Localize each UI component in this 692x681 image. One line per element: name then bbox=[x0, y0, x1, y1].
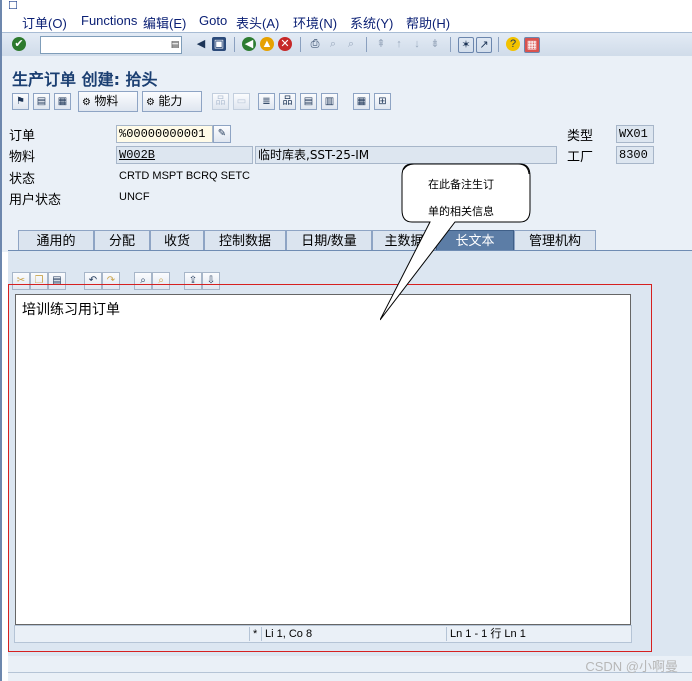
status-label: 状态 bbox=[9, 171, 36, 186]
save-icon[interactable]: ▣ bbox=[212, 37, 226, 51]
system-toolbar: ✔ ▤ ◀ ▣ ◀ ▲ ✕ ⎙ ⌕ ⌕ ⇞ ↑ ↓ ⇟ ✶ ↗ ? ▦ bbox=[2, 32, 692, 58]
tab-general[interactable]: 通用的 bbox=[18, 230, 94, 251]
plant-label: 工厂 bbox=[567, 149, 594, 164]
table-view-icon[interactable]: ▦ bbox=[353, 93, 370, 110]
tree-view-icon[interactable]: ⊞ bbox=[374, 93, 391, 110]
menu-bar: ☐ 订单(O) Functions 编辑(E) Goto 表头(A) 环境(N)… bbox=[2, 0, 692, 32]
order-label: 订单 bbox=[9, 128, 36, 143]
menu-system[interactable]: 系统(Y) bbox=[350, 13, 393, 32]
capacity-button[interactable]: ⚙ 能力 bbox=[142, 91, 202, 112]
tab-goods-receipt[interactable]: 收货 bbox=[150, 230, 204, 251]
structure-icon[interactable]: 品 bbox=[279, 93, 296, 110]
menu-edit[interactable]: 编辑(E) bbox=[143, 13, 186, 32]
find-icon[interactable]: ⌕ bbox=[326, 37, 340, 51]
first-page-icon[interactable]: ⇞ bbox=[374, 37, 388, 51]
callout-line2: 单的相关信息 bbox=[428, 204, 494, 218]
status-value: CRTD MSPT BCRQ SETC bbox=[119, 170, 250, 182]
separator bbox=[450, 37, 451, 52]
next-page-icon[interactable]: ↓ bbox=[410, 37, 424, 51]
watermark: CSDN @小啊曼 bbox=[585, 659, 678, 674]
highlight-box bbox=[8, 284, 652, 652]
back-icon[interactable]: ◀ bbox=[242, 37, 256, 51]
new-session-icon[interactable]: ✶ bbox=[458, 37, 474, 53]
last-page-icon[interactable]: ⇟ bbox=[428, 37, 442, 51]
order-type-label: 类型 bbox=[567, 128, 594, 143]
user-status-label: 用户状态 bbox=[9, 192, 62, 207]
back-arrow-icon[interactable]: ◀ bbox=[194, 37, 208, 51]
order-header-icon[interactable]: ▤ bbox=[33, 93, 50, 110]
callout-line1: 在此备注生订 bbox=[428, 177, 494, 191]
find-next-icon[interactable]: ⌕ bbox=[344, 37, 358, 51]
material-button[interactable]: ⚙ 物料 bbox=[78, 91, 138, 112]
tab-control-data[interactable]: 控制数据 bbox=[204, 230, 286, 251]
command-history-icon[interactable]: ▤ bbox=[170, 38, 180, 50]
documents-icon[interactable]: ▭ bbox=[233, 93, 250, 110]
user-status-value: UNCF bbox=[119, 191, 150, 203]
order-type-field: WX01 bbox=[616, 125, 654, 143]
calculator-icon[interactable]: ▦ bbox=[54, 93, 71, 110]
help-icon[interactable]: ? bbox=[506, 37, 520, 51]
exit-icon[interactable]: ▲ bbox=[260, 37, 274, 51]
capacity-icon: ⚙ bbox=[146, 97, 155, 108]
menu-goto[interactable]: Goto bbox=[199, 13, 227, 28]
command-field[interactable]: ▤ bbox=[40, 36, 182, 54]
tab-dates-quantities[interactable]: 日期/数量 bbox=[286, 230, 372, 251]
edit-order-icon[interactable]: ✎ bbox=[213, 125, 231, 143]
copy-doc-icon[interactable]: ▤ bbox=[300, 93, 317, 110]
material-label: 物料 bbox=[9, 149, 36, 164]
order-header: 订单 %00000000001 ✎ 物料 W002B 临时库表,SST-25-I… bbox=[2, 116, 692, 226]
component-icon: ⚙ bbox=[82, 97, 91, 108]
material-button-label: 物料 bbox=[94, 94, 119, 108]
application-toolbar: ⚑ ▤ ▦ ⚙ 物料 ⚙ 能力 品 ▭ ≣ 品 ▤ ▥ ▦ ⊞ bbox=[2, 88, 692, 116]
separator bbox=[498, 37, 499, 52]
tab-assignment[interactable]: 分配 bbox=[94, 230, 150, 251]
plant-field: 8300 bbox=[616, 146, 654, 164]
print-icon[interactable]: ⎙ bbox=[308, 37, 322, 51]
callout-bubble: 在此备注生订 单的相关信息 bbox=[380, 163, 531, 321]
list-icon[interactable]: ▥ bbox=[321, 93, 338, 110]
flag-icon[interactable]: ⚑ bbox=[12, 93, 29, 110]
previous-page-icon[interactable]: ↑ bbox=[392, 37, 406, 51]
separator bbox=[366, 37, 367, 52]
order-number-field[interactable]: %00000000001 bbox=[116, 125, 213, 143]
separator bbox=[234, 37, 235, 52]
system-menu-icon[interactable]: ☐ bbox=[8, 1, 20, 12]
menu-environment[interactable]: 环境(N) bbox=[293, 13, 337, 32]
enter-check-icon[interactable]: ✔ bbox=[12, 37, 26, 51]
layout-menu-icon[interactable]: ▦ bbox=[524, 37, 540, 53]
menu-functions[interactable]: Functions bbox=[81, 13, 137, 28]
menu-header[interactable]: 表头(A) bbox=[236, 13, 279, 32]
cancel-icon[interactable]: ✕ bbox=[278, 37, 292, 51]
operations-icon[interactable]: ≣ bbox=[258, 93, 275, 110]
page-title: 生产订单 创建: 拾头 bbox=[12, 70, 158, 89]
menu-order[interactable]: 订单(O) bbox=[22, 13, 67, 32]
menu-help[interactable]: 帮助(H) bbox=[406, 13, 450, 32]
hierarchy-icon[interactable]: 品 bbox=[212, 93, 229, 110]
separator bbox=[300, 37, 301, 52]
capacity-button-label: 能力 bbox=[158, 94, 183, 108]
material-field[interactable]: W002B bbox=[116, 146, 253, 164]
shortcut-icon[interactable]: ↗ bbox=[476, 37, 492, 53]
